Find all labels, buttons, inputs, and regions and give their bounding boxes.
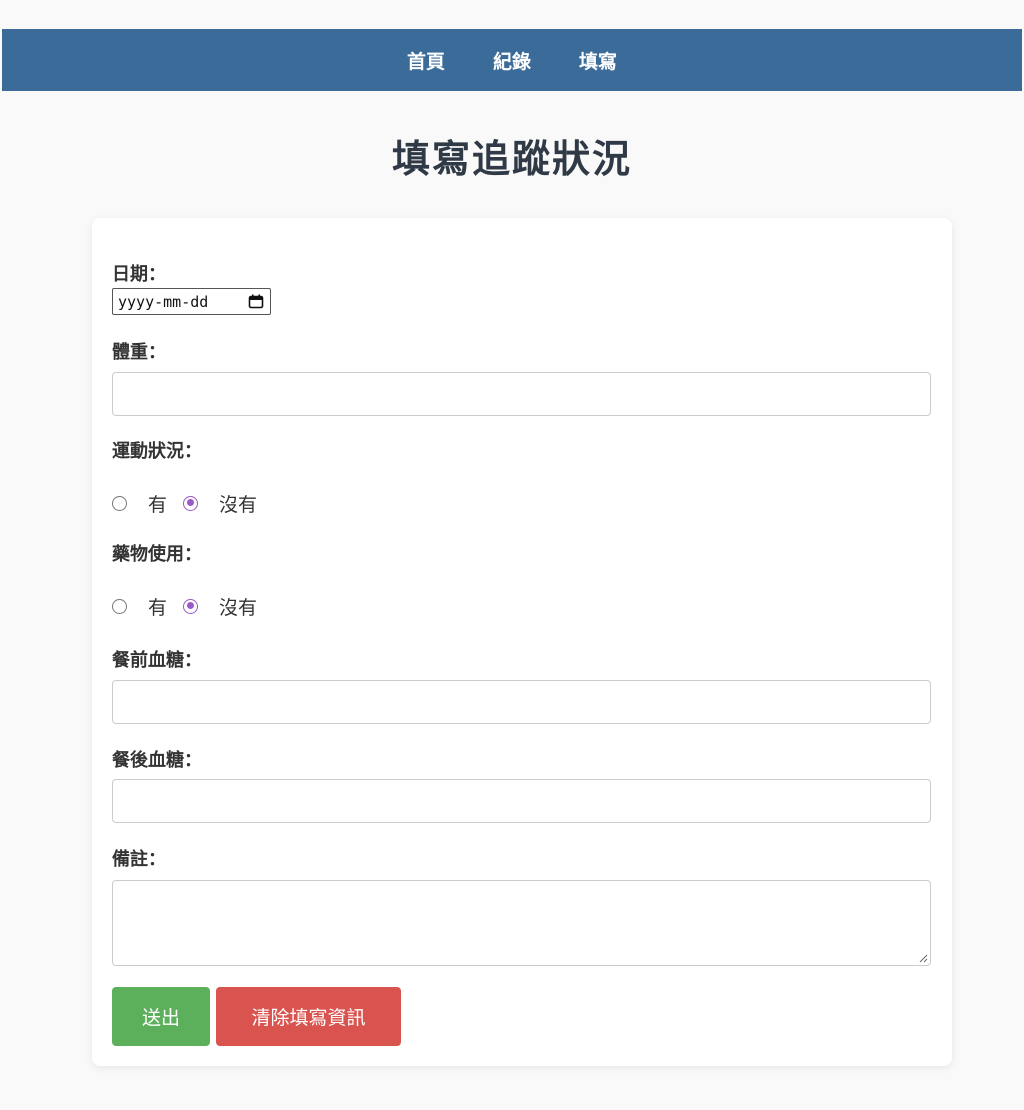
medication-label: 藥物使用：	[112, 544, 202, 565]
calendar-icon[interactable]	[248, 294, 264, 309]
post-meal-glucose-input[interactable]	[112, 779, 931, 823]
resize-handle-icon[interactable]	[918, 953, 928, 963]
exercise-radio-group: 有 沒有	[112, 490, 273, 517]
exercise-no-label[interactable]: 沒有	[219, 490, 257, 517]
medication-no-label[interactable]: 沒有	[219, 593, 257, 620]
nav-fill-link[interactable]: 填寫	[579, 47, 617, 74]
exercise-label: 運動狀況：	[112, 441, 202, 462]
tracking-form-card: 日期： yyyy-mm-dd 體重： 運動狀況： 有 沒有 藥物使用： 有 沒有…	[92, 218, 952, 1066]
pre-meal-glucose-label: 餐前血糖：	[112, 650, 202, 671]
date-label: 日期：	[112, 264, 166, 285]
weight-input[interactable]	[112, 372, 931, 416]
nav-home-link[interactable]: 首頁	[407, 47, 445, 74]
medication-radio-group: 有 沒有	[112, 593, 273, 620]
page-title: 填寫追蹤狀況	[391, 137, 632, 181]
date-input[interactable]: yyyy-mm-dd	[112, 288, 271, 315]
date-placeholder: yyyy-mm-dd	[118, 292, 209, 311]
top-navbar: 首頁 紀錄 填寫	[2, 29, 1022, 91]
post-meal-glucose-label: 餐後血糖：	[112, 750, 202, 771]
notes-label: 備註：	[112, 849, 166, 870]
pre-meal-glucose-input[interactable]	[112, 680, 931, 724]
exercise-yes-label[interactable]: 有	[148, 490, 167, 517]
weight-label: 體重：	[112, 342, 166, 363]
medication-no-radio[interactable]	[183, 598, 199, 614]
submit-button[interactable]: 送出	[112, 987, 210, 1046]
medication-yes-label[interactable]: 有	[148, 593, 167, 620]
exercise-no-radio[interactable]	[183, 495, 199, 511]
medication-yes-radio[interactable]	[112, 598, 127, 614]
exercise-yes-radio[interactable]	[112, 495, 127, 511]
notes-textarea[interactable]	[112, 880, 931, 966]
nav-records-link[interactable]: 紀錄	[493, 47, 531, 74]
clear-form-button[interactable]: 清除填寫資訊	[216, 987, 401, 1046]
